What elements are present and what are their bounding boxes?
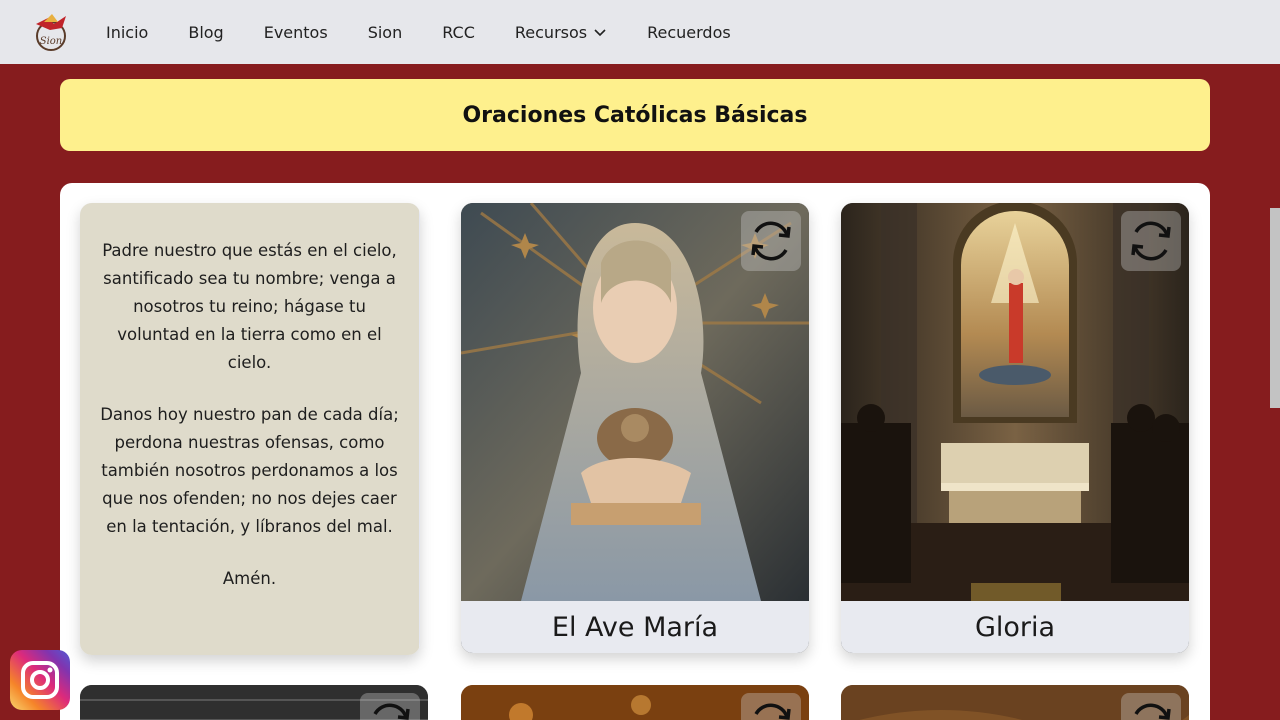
prayer-paragraph: Padre nuestro que estás en el cielo, san…: [102, 241, 397, 372]
instagram-icon: [21, 661, 59, 699]
page-title: Oraciones Católicas Básicas: [462, 102, 808, 128]
nav-eventos[interactable]: Eventos: [264, 23, 328, 42]
flip-button[interactable]: [1121, 211, 1181, 271]
nav-sion[interactable]: Sion: [368, 23, 403, 42]
nav-recuerdos[interactable]: Recuerdos: [647, 23, 731, 42]
flip-button[interactable]: [741, 693, 801, 720]
prayer-card-row2-2[interactable]: [461, 685, 809, 720]
refresh-icon: [1131, 221, 1171, 261]
flip-button[interactable]: [360, 693, 420, 720]
instagram-button[interactable]: [10, 650, 70, 710]
main-nav: Inicio Blog Eventos Sion RCC Recursos Re…: [106, 0, 771, 64]
prayer-paragraph: Danos hoy nuestro pan de cada día; perdo…: [100, 405, 399, 536]
flip-button[interactable]: [1121, 693, 1181, 720]
prayers-grid: Padre nuestro que estás en el cielo, san…: [60, 183, 1210, 720]
nav-recursos[interactable]: Recursos: [515, 23, 607, 42]
card-caption: El Ave María: [461, 601, 809, 653]
prayer-card-gloria[interactable]: Gloria: [841, 203, 1189, 653]
nav-recursos-label: Recursos: [514, 22, 588, 42]
prayer-text: Padre nuestro que estás en el cielo, san…: [96, 237, 403, 617]
svg-text:Sion: Sion: [40, 36, 63, 47]
scrollbar[interactable]: [1270, 64, 1280, 720]
refresh-icon: [751, 221, 791, 261]
refresh-icon: [754, 703, 791, 720]
refresh-icon: [1134, 703, 1171, 720]
prayer-paragraph: Amén.: [222, 569, 277, 588]
nav-rcc[interactable]: RCC: [442, 23, 475, 42]
site-logo[interactable]: Sion: [30, 10, 72, 54]
chevron-down-icon: [594, 29, 606, 37]
prayer-card-ave-maria[interactable]: El Ave María: [461, 203, 809, 653]
prayer-card-row2-3[interactable]: [841, 685, 1189, 720]
navbar: Sion Inicio Blog Eventos Sion RCC Recurs…: [0, 0, 1280, 64]
prayer-card-row2-1[interactable]: [80, 685, 428, 720]
nav-blog[interactable]: Blog: [188, 23, 223, 42]
title-banner: Oraciones Católicas Básicas: [60, 79, 1210, 151]
card-caption: Gloria: [841, 601, 1189, 653]
refresh-icon: [373, 703, 410, 720]
nav-inicio[interactable]: Inicio: [106, 23, 148, 42]
flip-button[interactable]: [741, 211, 801, 271]
prayer-card-padre-nuestro[interactable]: Padre nuestro que estás en el cielo, san…: [80, 203, 420, 655]
scrollbar-thumb[interactable]: [1270, 208, 1280, 408]
